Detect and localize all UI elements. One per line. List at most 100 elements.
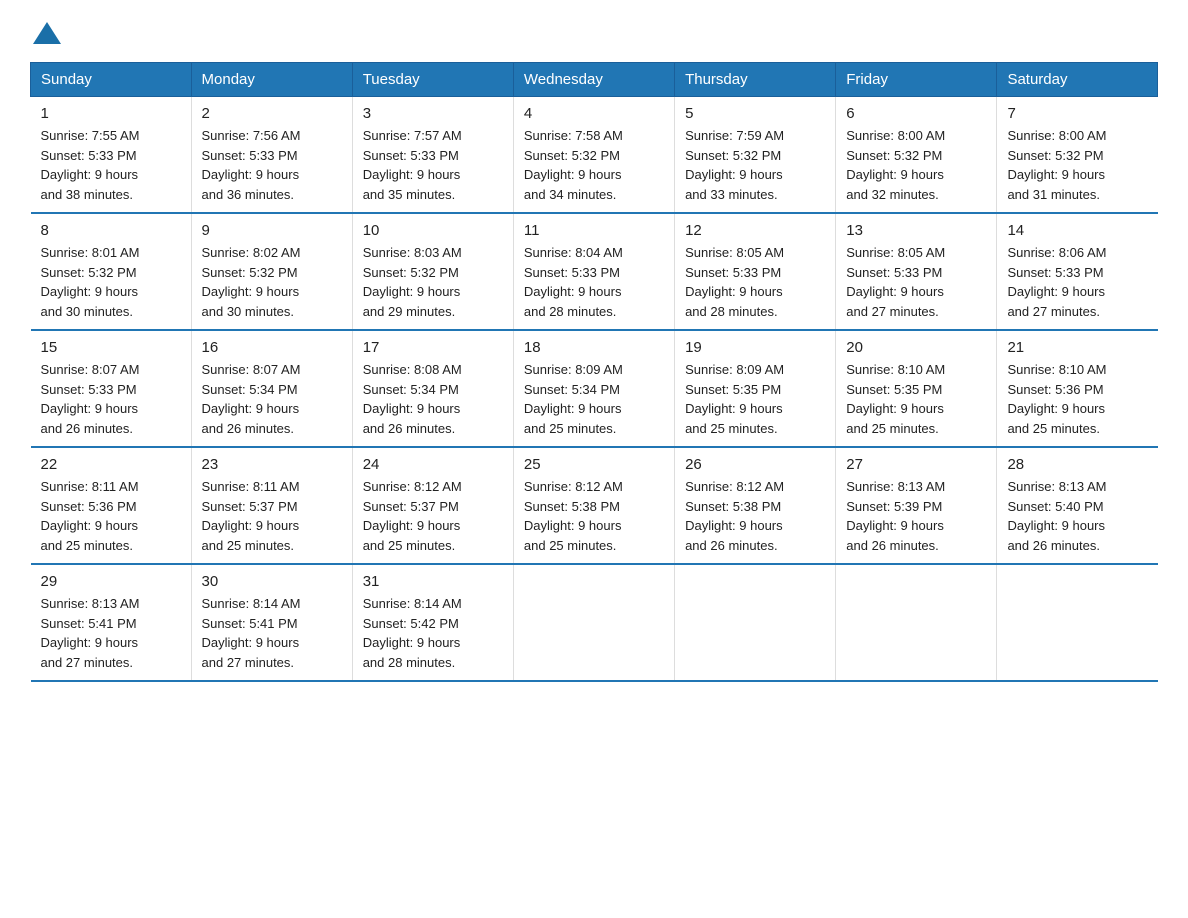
cell-info: Sunrise: 8:10 AMSunset: 5:35 PMDaylight:… bbox=[846, 362, 945, 436]
day-number: 8 bbox=[41, 222, 181, 239]
cell-info: Sunrise: 8:13 AMSunset: 5:41 PMDaylight:… bbox=[41, 596, 140, 670]
calendar-cell: 10 Sunrise: 8:03 AMSunset: 5:32 PMDaylig… bbox=[352, 213, 513, 330]
cell-info: Sunrise: 8:00 AMSunset: 5:32 PMDaylight:… bbox=[846, 128, 945, 202]
cell-info: Sunrise: 8:10 AMSunset: 5:36 PMDaylight:… bbox=[1007, 362, 1106, 436]
day-number: 5 bbox=[685, 105, 825, 122]
cell-info: Sunrise: 8:12 AMSunset: 5:37 PMDaylight:… bbox=[363, 479, 462, 553]
calendar-table: SundayMondayTuesdayWednesdayThursdayFrid… bbox=[30, 62, 1158, 682]
calendar-cell: 27 Sunrise: 8:13 AMSunset: 5:39 PMDaylig… bbox=[836, 447, 997, 564]
day-number: 23 bbox=[202, 456, 342, 473]
calendar-cell: 6 Sunrise: 8:00 AMSunset: 5:32 PMDayligh… bbox=[836, 97, 997, 214]
cell-info: Sunrise: 8:13 AMSunset: 5:40 PMDaylight:… bbox=[1007, 479, 1106, 553]
calendar-cell: 13 Sunrise: 8:05 AMSunset: 5:33 PMDaylig… bbox=[836, 213, 997, 330]
day-number: 25 bbox=[524, 456, 664, 473]
header-day-monday: Monday bbox=[191, 63, 352, 97]
day-number: 24 bbox=[363, 456, 503, 473]
calendar-cell: 24 Sunrise: 8:12 AMSunset: 5:37 PMDaylig… bbox=[352, 447, 513, 564]
cell-info: Sunrise: 8:05 AMSunset: 5:33 PMDaylight:… bbox=[685, 245, 784, 319]
calendar-cell: 1 Sunrise: 7:55 AMSunset: 5:33 PMDayligh… bbox=[31, 97, 192, 214]
calendar-cell bbox=[513, 564, 674, 681]
day-number: 1 bbox=[41, 105, 181, 122]
calendar-week-4: 22 Sunrise: 8:11 AMSunset: 5:36 PMDaylig… bbox=[31, 447, 1158, 564]
header-day-wednesday: Wednesday bbox=[513, 63, 674, 97]
calendar-cell: 18 Sunrise: 8:09 AMSunset: 5:34 PMDaylig… bbox=[513, 330, 674, 447]
calendar-cell: 2 Sunrise: 7:56 AMSunset: 5:33 PMDayligh… bbox=[191, 97, 352, 214]
calendar-header: SundayMondayTuesdayWednesdayThursdayFrid… bbox=[31, 63, 1158, 97]
calendar-cell: 5 Sunrise: 7:59 AMSunset: 5:32 PMDayligh… bbox=[675, 97, 836, 214]
day-number: 9 bbox=[202, 222, 342, 239]
cell-info: Sunrise: 8:14 AMSunset: 5:42 PMDaylight:… bbox=[363, 596, 462, 670]
calendar-cell: 15 Sunrise: 8:07 AMSunset: 5:33 PMDaylig… bbox=[31, 330, 192, 447]
cell-info: Sunrise: 8:09 AMSunset: 5:34 PMDaylight:… bbox=[524, 362, 623, 436]
day-number: 10 bbox=[363, 222, 503, 239]
calendar-cell: 25 Sunrise: 8:12 AMSunset: 5:38 PMDaylig… bbox=[513, 447, 674, 564]
cell-info: Sunrise: 8:06 AMSunset: 5:33 PMDaylight:… bbox=[1007, 245, 1106, 319]
day-number: 27 bbox=[846, 456, 986, 473]
cell-info: Sunrise: 8:12 AMSunset: 5:38 PMDaylight:… bbox=[685, 479, 784, 553]
logo-triangle-icon bbox=[33, 22, 61, 44]
calendar-body: 1 Sunrise: 7:55 AMSunset: 5:33 PMDayligh… bbox=[31, 97, 1158, 682]
day-number: 7 bbox=[1007, 105, 1147, 122]
calendar-week-1: 1 Sunrise: 7:55 AMSunset: 5:33 PMDayligh… bbox=[31, 97, 1158, 214]
header-day-tuesday: Tuesday bbox=[352, 63, 513, 97]
day-number: 19 bbox=[685, 339, 825, 356]
day-number: 4 bbox=[524, 105, 664, 122]
cell-info: Sunrise: 8:11 AMSunset: 5:36 PMDaylight:… bbox=[41, 479, 139, 553]
calendar-cell: 23 Sunrise: 8:11 AMSunset: 5:37 PMDaylig… bbox=[191, 447, 352, 564]
day-number: 13 bbox=[846, 222, 986, 239]
calendar-cell: 26 Sunrise: 8:12 AMSunset: 5:38 PMDaylig… bbox=[675, 447, 836, 564]
header-day-friday: Friday bbox=[836, 63, 997, 97]
day-number: 29 bbox=[41, 573, 181, 590]
cell-info: Sunrise: 8:09 AMSunset: 5:35 PMDaylight:… bbox=[685, 362, 784, 436]
cell-info: Sunrise: 8:00 AMSunset: 5:32 PMDaylight:… bbox=[1007, 128, 1106, 202]
page-header bbox=[30, 20, 1158, 44]
day-number: 12 bbox=[685, 222, 825, 239]
calendar-cell: 22 Sunrise: 8:11 AMSunset: 5:36 PMDaylig… bbox=[31, 447, 192, 564]
calendar-cell bbox=[675, 564, 836, 681]
calendar-week-5: 29 Sunrise: 8:13 AMSunset: 5:41 PMDaylig… bbox=[31, 564, 1158, 681]
cell-info: Sunrise: 8:01 AMSunset: 5:32 PMDaylight:… bbox=[41, 245, 140, 319]
header-day-saturday: Saturday bbox=[997, 63, 1158, 97]
cell-info: Sunrise: 7:59 AMSunset: 5:32 PMDaylight:… bbox=[685, 128, 784, 202]
calendar-cell: 8 Sunrise: 8:01 AMSunset: 5:32 PMDayligh… bbox=[31, 213, 192, 330]
day-number: 28 bbox=[1007, 456, 1147, 473]
calendar-cell: 21 Sunrise: 8:10 AMSunset: 5:36 PMDaylig… bbox=[997, 330, 1158, 447]
header-day-thursday: Thursday bbox=[675, 63, 836, 97]
calendar-cell: 12 Sunrise: 8:05 AMSunset: 5:33 PMDaylig… bbox=[675, 213, 836, 330]
calendar-cell: 28 Sunrise: 8:13 AMSunset: 5:40 PMDaylig… bbox=[997, 447, 1158, 564]
cell-info: Sunrise: 7:57 AMSunset: 5:33 PMDaylight:… bbox=[363, 128, 462, 202]
calendar-cell: 16 Sunrise: 8:07 AMSunset: 5:34 PMDaylig… bbox=[191, 330, 352, 447]
day-number: 11 bbox=[524, 222, 664, 239]
calendar-cell: 14 Sunrise: 8:06 AMSunset: 5:33 PMDaylig… bbox=[997, 213, 1158, 330]
cell-info: Sunrise: 8:12 AMSunset: 5:38 PMDaylight:… bbox=[524, 479, 623, 553]
calendar-cell bbox=[836, 564, 997, 681]
day-number: 3 bbox=[363, 105, 503, 122]
calendar-cell: 30 Sunrise: 8:14 AMSunset: 5:41 PMDaylig… bbox=[191, 564, 352, 681]
day-number: 2 bbox=[202, 105, 342, 122]
calendar-cell: 3 Sunrise: 7:57 AMSunset: 5:33 PMDayligh… bbox=[352, 97, 513, 214]
cell-info: Sunrise: 8:03 AMSunset: 5:32 PMDaylight:… bbox=[363, 245, 462, 319]
calendar-week-3: 15 Sunrise: 8:07 AMSunset: 5:33 PMDaylig… bbox=[31, 330, 1158, 447]
cell-info: Sunrise: 8:08 AMSunset: 5:34 PMDaylight:… bbox=[363, 362, 462, 436]
day-number: 6 bbox=[846, 105, 986, 122]
cell-info: Sunrise: 8:11 AMSunset: 5:37 PMDaylight:… bbox=[202, 479, 300, 553]
day-number: 30 bbox=[202, 573, 342, 590]
day-number: 17 bbox=[363, 339, 503, 356]
day-number: 15 bbox=[41, 339, 181, 356]
day-number: 16 bbox=[202, 339, 342, 356]
calendar-cell: 9 Sunrise: 8:02 AMSunset: 5:32 PMDayligh… bbox=[191, 213, 352, 330]
header-row: SundayMondayTuesdayWednesdayThursdayFrid… bbox=[31, 63, 1158, 97]
calendar-cell: 29 Sunrise: 8:13 AMSunset: 5:41 PMDaylig… bbox=[31, 564, 192, 681]
day-number: 22 bbox=[41, 456, 181, 473]
cell-info: Sunrise: 7:56 AMSunset: 5:33 PMDaylight:… bbox=[202, 128, 301, 202]
cell-info: Sunrise: 7:55 AMSunset: 5:33 PMDaylight:… bbox=[41, 128, 140, 202]
cell-info: Sunrise: 8:07 AMSunset: 5:33 PMDaylight:… bbox=[41, 362, 140, 436]
header-day-sunday: Sunday bbox=[31, 63, 192, 97]
cell-info: Sunrise: 8:07 AMSunset: 5:34 PMDaylight:… bbox=[202, 362, 301, 436]
calendar-cell: 11 Sunrise: 8:04 AMSunset: 5:33 PMDaylig… bbox=[513, 213, 674, 330]
logo bbox=[30, 20, 61, 44]
day-number: 20 bbox=[846, 339, 986, 356]
cell-info: Sunrise: 8:04 AMSunset: 5:33 PMDaylight:… bbox=[524, 245, 623, 319]
cell-info: Sunrise: 7:58 AMSunset: 5:32 PMDaylight:… bbox=[524, 128, 623, 202]
cell-info: Sunrise: 8:14 AMSunset: 5:41 PMDaylight:… bbox=[202, 596, 301, 670]
